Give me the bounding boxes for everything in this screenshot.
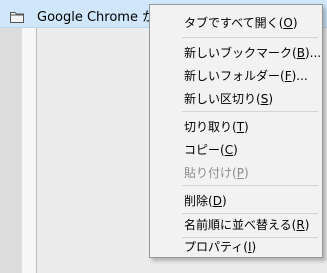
- menu-item-suffix: ...: [296, 69, 308, 83]
- menu-item-mnemonic: I: [247, 240, 252, 254]
- context-menu: タブですべて開く(O) 新しいブックマーク(B)... 新しいフォルダー(F).…: [149, 4, 323, 258]
- menu-item-text: 名前順に並べ替える: [184, 218, 292, 232]
- folder-icon: [10, 8, 24, 23]
- menu-item-text: 切り取り: [184, 120, 233, 134]
- menu-item-text: タブですべて開く: [184, 16, 279, 30]
- screen: Google Chrome から タブですべて開く(O) 新しいブックマーク(B…: [0, 0, 327, 273]
- menu-separator: [182, 37, 318, 38]
- menu-item-mnemonic: C: [224, 143, 234, 157]
- menu-item-mnemonic: B: [296, 46, 305, 60]
- scroll-area: [22, 28, 37, 273]
- menu-item-mnemonic: S: [260, 92, 269, 106]
- menu-item-copy[interactable]: コピー(C): [152, 138, 320, 160]
- menu-item-paste: 貼り付け(P): [184, 166, 249, 180]
- menu-item-mnemonic: T: [236, 120, 245, 134]
- menu-item-mnemonic: R: [296, 218, 305, 232]
- menu-item-open-all-in-tabs[interactable]: タブですべて開く(O): [152, 11, 320, 33]
- menu-item-suffix: ...: [309, 46, 322, 60]
- menu-item-text: コピー: [184, 143, 221, 157]
- left-panel: [0, 28, 22, 273]
- menu-item-mnemonic: F: [284, 69, 292, 83]
- menu-item-mnemonic: P: [236, 166, 244, 180]
- menu-item-text: 新しいブックマーク: [184, 46, 293, 60]
- menu-item-new-bookmark[interactable]: 新しいブックマーク(B)...: [152, 41, 322, 63]
- menu-item-new-folder[interactable]: 新しいフォルダー(F)...: [152, 64, 320, 86]
- menu-separator: [182, 111, 318, 112]
- menu-item-text: 新しい区切り: [184, 92, 257, 106]
- menu-item-text: 削除: [184, 194, 209, 208]
- menu-item-sort-by-name[interactable]: 名前順に並べ替える(R): [152, 207, 320, 232]
- menu-separator: [182, 185, 318, 186]
- menu-item-properties[interactable]: プロパティ(I): [152, 235, 320, 257]
- menu-item-text: プロパティ: [184, 240, 244, 254]
- menu-item-text: 新しいフォルダー: [184, 69, 281, 83]
- menu-item-new-separator[interactable]: 新しい区切り(S): [152, 87, 320, 109]
- menu-item-text: 貼り付け: [184, 166, 233, 180]
- menu-item-mnemonic: D: [212, 194, 222, 208]
- menu-item-cut[interactable]: 切り取り(T): [152, 115, 320, 137]
- menu-item-mnemonic: O: [283, 16, 293, 30]
